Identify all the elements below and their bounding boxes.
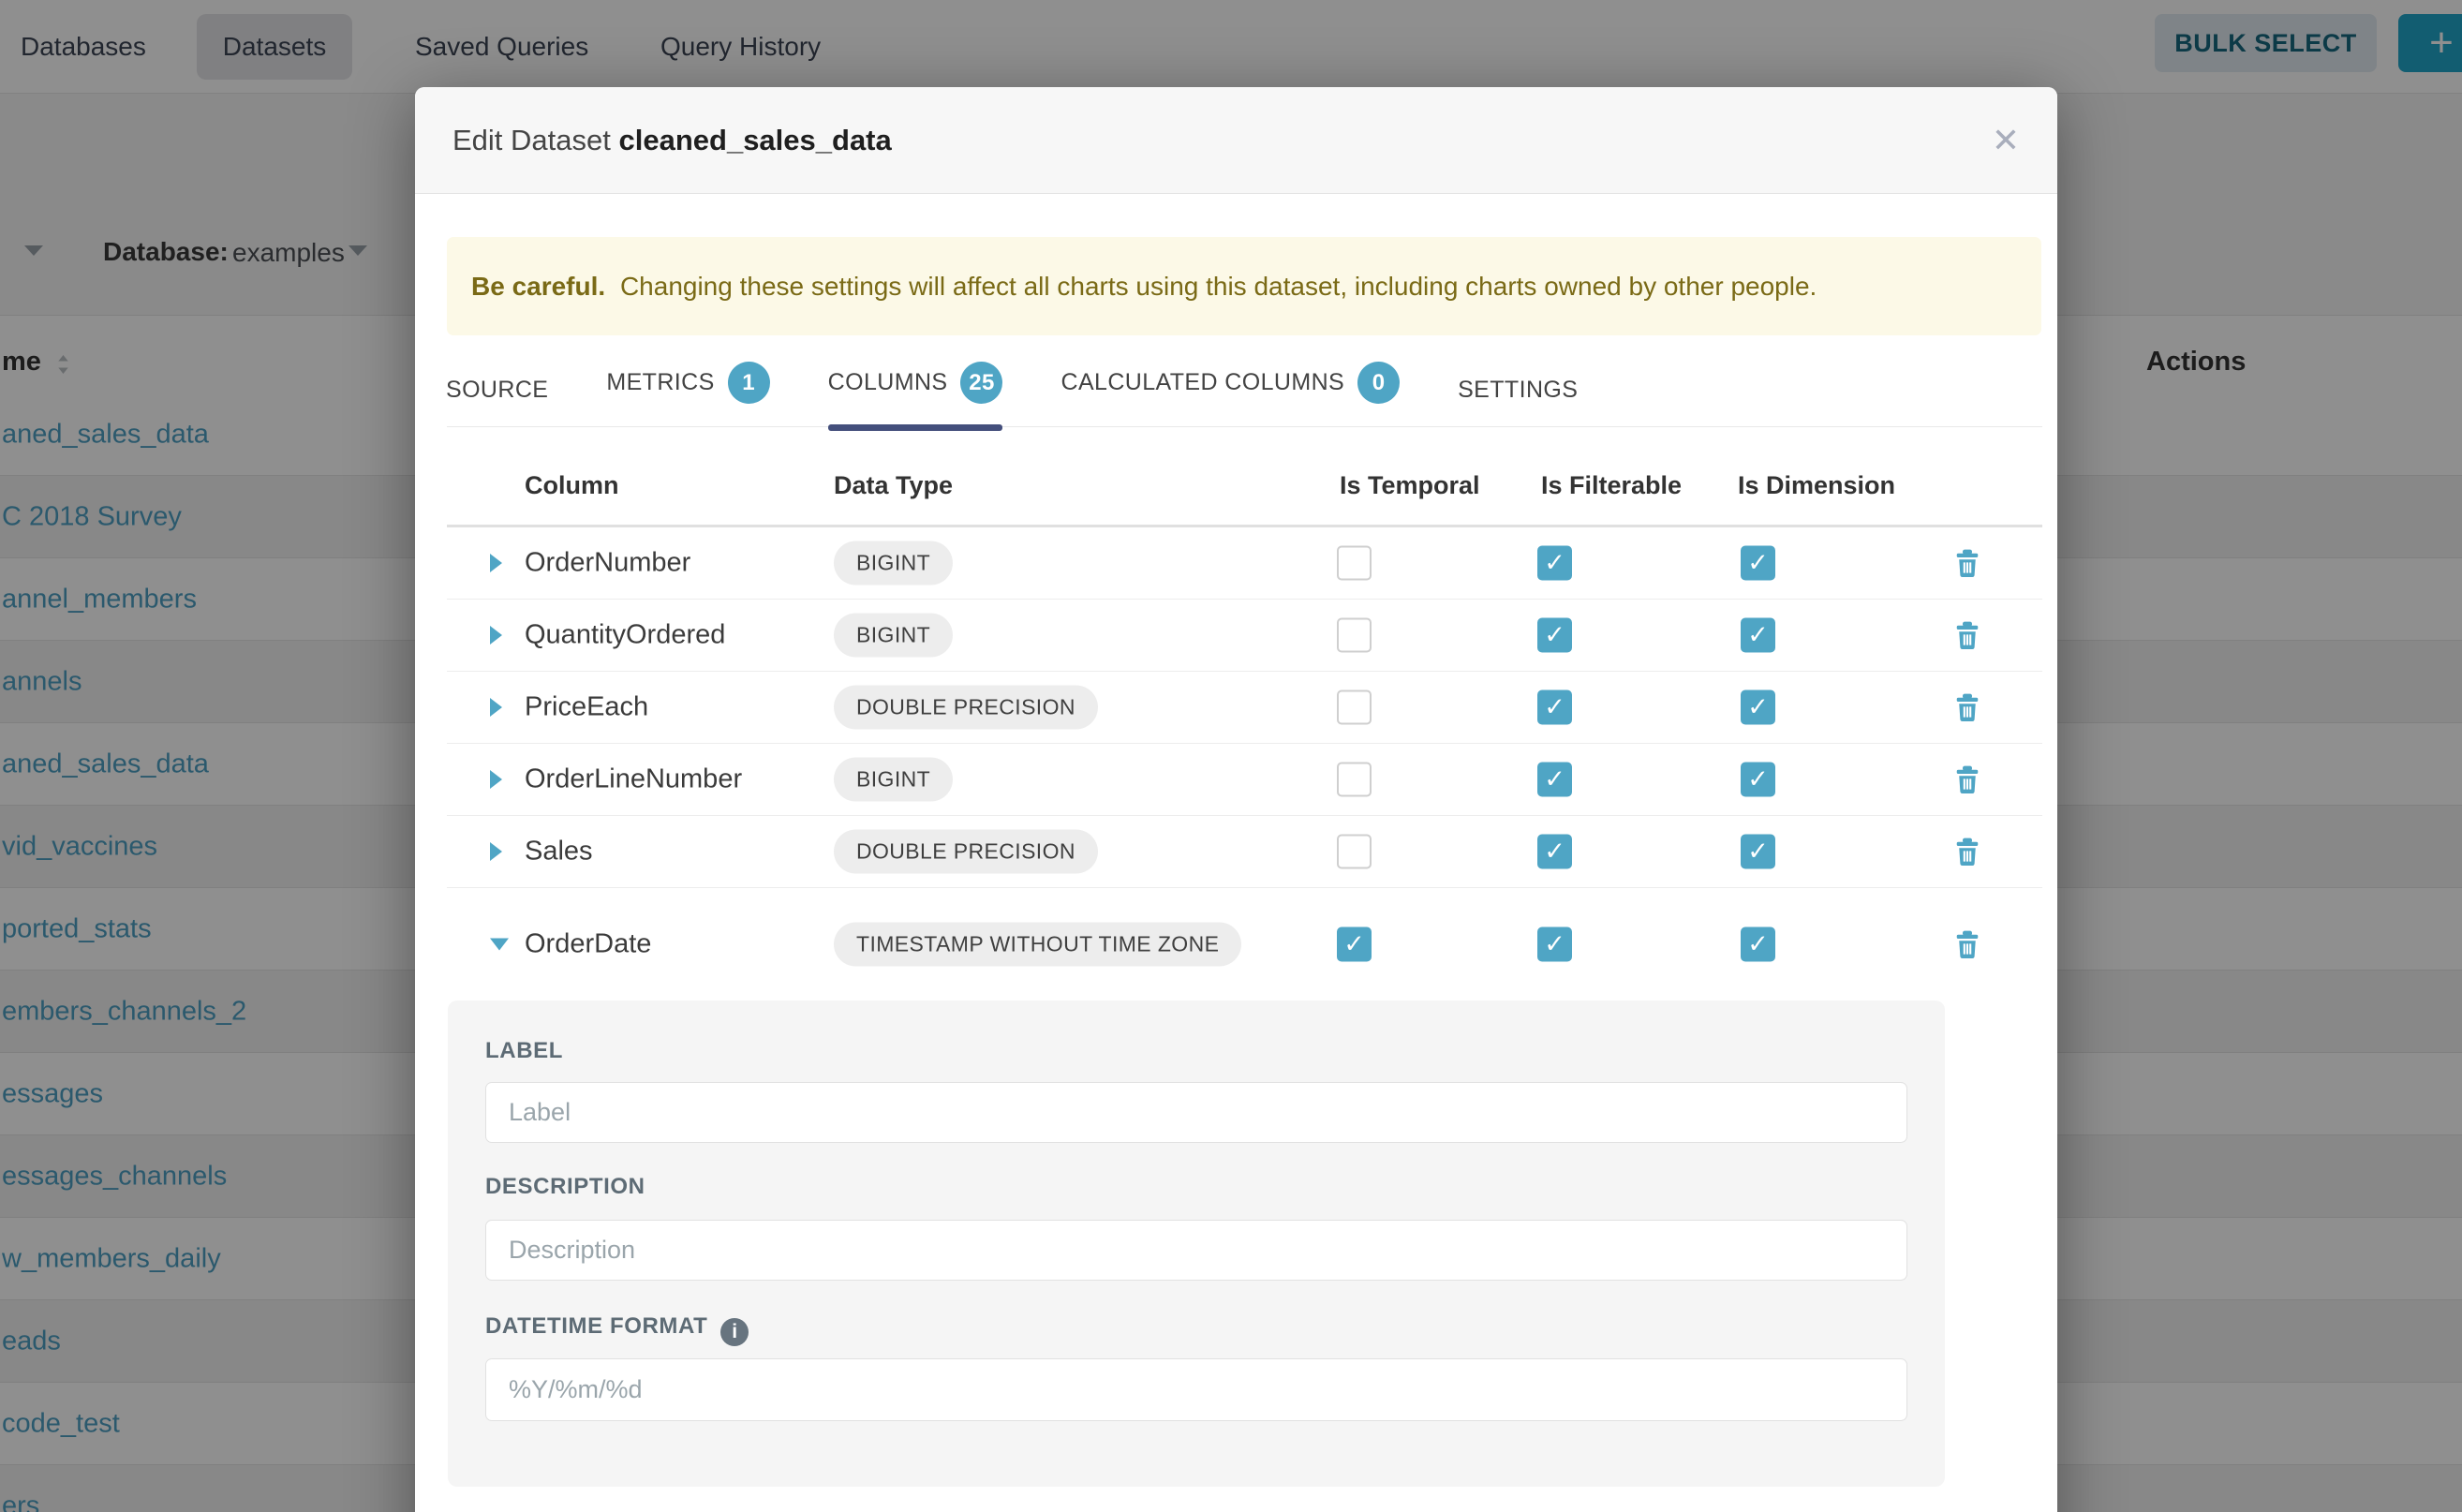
column-header-column: Column: [525, 471, 619, 500]
is-filterable-checkbox[interactable]: ✓: [1537, 618, 1572, 653]
is-temporal-checkbox[interactable]: [1337, 618, 1372, 653]
datetime-format-field-label: DATETIME FORMAT i: [485, 1313, 749, 1346]
column-name: PriceEach: [525, 692, 648, 723]
tab-metrics[interactable]: METRICS 1: [606, 362, 769, 408]
expand-caret-icon[interactable]: [490, 770, 502, 789]
datetime-format-text: DATETIME FORMAT: [485, 1313, 707, 1339]
is-dimension-checkbox[interactable]: ✓: [1741, 835, 1775, 869]
column-header-is-temporal: Is Temporal: [1340, 471, 1480, 500]
warning-banner: Be careful. Changing these settings will…: [447, 237, 2041, 335]
is-temporal-checkbox[interactable]: [1337, 546, 1372, 581]
tab-calculated-columns[interactable]: CALCULATED COLUMNS 0: [1060, 362, 1400, 408]
datetime-format-input[interactable]: [485, 1358, 1907, 1421]
is-temporal-checkbox[interactable]: ✓: [1337, 927, 1372, 962]
label-input[interactable]: [485, 1082, 1907, 1143]
is-filterable-checkbox[interactable]: ✓: [1537, 546, 1572, 581]
tab-label: COLUMNS: [828, 369, 948, 396]
is-dimension-checkbox[interactable]: ✓: [1741, 763, 1775, 797]
info-icon[interactable]: i: [720, 1318, 749, 1346]
expand-caret-icon[interactable]: [490, 698, 502, 717]
warning-text: Be careful. Changing these settings will…: [471, 272, 1817, 302]
tab-label: SOURCE: [446, 377, 548, 404]
column-editor-panel: LABEL DESCRIPTION DATETIME FORMAT i: [448, 1001, 1945, 1487]
modal-tabs: SOURCE METRICS 1 COLUMNS 25 CALCULATED COLUMN…: [447, 335, 2042, 427]
expand-caret-icon[interactable]: [490, 626, 502, 645]
data-type-pill: BIGINT: [834, 614, 953, 658]
delete-column-trash-icon[interactable]: [1953, 837, 1981, 867]
is-filterable-checkbox[interactable]: ✓: [1537, 835, 1572, 869]
collapse-caret-icon[interactable]: [490, 939, 509, 951]
column-name: OrderDate: [525, 929, 651, 960]
modal-header: Edit Dataset cleaned_sales_data ✕: [415, 87, 2057, 194]
column-name: OrderLineNumber: [525, 764, 742, 795]
tab-label: SETTINGS: [1458, 377, 1578, 404]
close-icon[interactable]: ✕: [1992, 124, 2020, 157]
column-row-OrderNumber: OrderNumber BIGINT ✓ ✓: [447, 527, 2042, 600]
is-dimension-checkbox[interactable]: ✓: [1741, 546, 1775, 581]
data-type-pill: BIGINT: [834, 758, 953, 802]
column-row-QuantityOrdered: QuantityOrdered BIGINT ✓ ✓: [447, 600, 2042, 672]
is-temporal-checkbox[interactable]: [1337, 835, 1372, 869]
delete-column-trash-icon[interactable]: [1953, 929, 1981, 960]
column-header-data-type: Data Type: [834, 471, 953, 500]
columns-table-rows: OrderNumber BIGINT ✓ ✓ QuantityOrdered BIGINT…: [447, 527, 2042, 1001]
modal-dataset-name: cleaned_sales_data: [619, 124, 892, 156]
is-filterable-checkbox[interactable]: ✓: [1537, 763, 1572, 797]
screen: Databases Datasets Saved Queries Query H…: [0, 0, 2462, 1512]
tab-columns[interactable]: COLUMNS 25: [828, 362, 1003, 408]
tab-label: CALCULATED COLUMNS: [1060, 369, 1344, 396]
is-dimension-checkbox[interactable]: ✓: [1741, 927, 1775, 962]
is-filterable-checkbox[interactable]: ✓: [1537, 690, 1572, 725]
tab-count-badge: 1: [728, 362, 770, 404]
delete-column-trash-icon[interactable]: [1953, 620, 1981, 651]
column-header-is-filterable: Is Filterable: [1541, 471, 1682, 500]
description-field-label: DESCRIPTION: [485, 1174, 645, 1200]
data-type-pill: BIGINT: [834, 541, 953, 586]
tab-settings[interactable]: SETTINGS: [1458, 377, 1578, 408]
delete-column-trash-icon[interactable]: [1953, 764, 1981, 795]
expand-caret-icon[interactable]: [490, 554, 502, 572]
warning-body: Changing these settings will affect all …: [620, 272, 1817, 301]
column-row-OrderDate: OrderDate TIMESTAMP WITHOUT TIME ZONE ✓ ✓ ✓: [447, 888, 2042, 1001]
data-type-pill: TIMESTAMP WITHOUT TIME ZONE: [834, 923, 1241, 967]
column-name: Sales: [525, 837, 593, 867]
modal-title: Edit Dataset cleaned_sales_data: [452, 124, 892, 157]
column-row-Sales: Sales DOUBLE PRECISION ✓ ✓: [447, 816, 2042, 888]
expand-caret-icon[interactable]: [490, 842, 502, 861]
is-temporal-checkbox[interactable]: [1337, 763, 1372, 797]
column-row-OrderLineNumber: OrderLineNumber BIGINT ✓ ✓: [447, 744, 2042, 816]
label-field-label: LABEL: [485, 1038, 563, 1064]
tab-source[interactable]: SOURCE: [446, 377, 548, 408]
warning-bold: Be careful.: [471, 272, 605, 301]
delete-column-trash-icon[interactable]: [1953, 548, 1981, 579]
columns-table-header: Column Data Type Is Temporal Is Filterab…: [447, 440, 2042, 527]
tab-count-badge: 25: [960, 362, 1002, 404]
is-filterable-checkbox[interactable]: ✓: [1537, 927, 1572, 962]
column-name: OrderNumber: [525, 548, 690, 579]
data-type-pill: DOUBLE PRECISION: [834, 686, 1098, 730]
is-dimension-checkbox[interactable]: ✓: [1741, 690, 1775, 725]
tab-count-badge: 0: [1357, 362, 1400, 404]
description-input[interactable]: [485, 1220, 1907, 1281]
edit-dataset-modal: Edit Dataset cleaned_sales_data ✕ Be car…: [415, 87, 2057, 1512]
data-type-pill: DOUBLE PRECISION: [834, 830, 1098, 874]
column-row-PriceEach: PriceEach DOUBLE PRECISION ✓ ✓: [447, 672, 2042, 744]
column-header-is-dimension: Is Dimension: [1738, 471, 1895, 500]
is-dimension-checkbox[interactable]: ✓: [1741, 618, 1775, 653]
column-name: QuantityOrdered: [525, 620, 725, 651]
tab-label: METRICS: [606, 369, 714, 396]
is-temporal-checkbox[interactable]: [1337, 690, 1372, 725]
modal-title-prefix: Edit Dataset: [452, 124, 611, 156]
delete-column-trash-icon[interactable]: [1953, 692, 1981, 723]
